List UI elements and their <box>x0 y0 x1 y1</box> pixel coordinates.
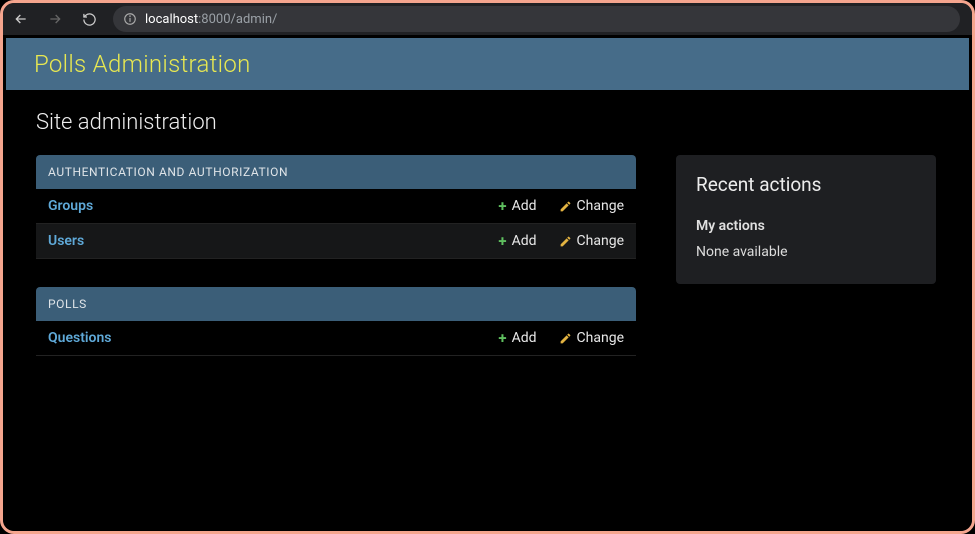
arrow-right-icon <box>47 11 63 27</box>
add-link[interactable]: +Add <box>498 233 536 249</box>
recent-actions-panel: Recent actions My actions None available <box>676 155 936 284</box>
plus-icon: + <box>498 199 506 214</box>
forward-button[interactable] <box>41 5 69 33</box>
change-link[interactable]: Change <box>559 330 624 346</box>
change-link[interactable]: Change <box>559 198 624 214</box>
url-text: localhost:8000/admin/ <box>145 12 277 27</box>
address-bar[interactable]: localhost:8000/admin/ <box>113 6 960 32</box>
app-list: AUTHENTICATION AND AUTHORIZATION Groups … <box>36 155 636 384</box>
reload-icon <box>82 12 97 27</box>
module-polls: POLLS Questions +Add Change <box>36 287 636 356</box>
arrow-left-icon <box>13 11 29 27</box>
model-link-users[interactable]: Users <box>48 233 498 249</box>
plus-icon: + <box>498 331 506 346</box>
info-icon <box>123 12 137 26</box>
model-link-groups[interactable]: Groups <box>48 198 498 214</box>
model-link-questions[interactable]: Questions <box>48 330 498 346</box>
back-button[interactable] <box>7 5 35 33</box>
module-auth: AUTHENTICATION AND AUTHORIZATION Groups … <box>36 155 636 259</box>
add-link[interactable]: +Add <box>498 198 536 214</box>
model-row: Groups +Add Change <box>36 189 636 224</box>
pencil-icon <box>559 332 572 345</box>
pencil-icon <box>559 200 572 213</box>
model-row: Questions +Add Change <box>36 321 636 356</box>
module-heading[interactable]: AUTHENTICATION AND AUTHORIZATION <box>36 155 636 189</box>
site-title[interactable]: Polls Administration <box>34 50 251 78</box>
reload-button[interactable] <box>75 5 103 33</box>
module-heading[interactable]: POLLS <box>36 287 636 321</box>
plus-icon: + <box>498 234 506 249</box>
recent-actions-title: Recent actions <box>696 173 916 196</box>
change-link[interactable]: Change <box>559 233 624 249</box>
my-actions-label: My actions <box>696 218 916 234</box>
admin-header: Polls Administration <box>6 38 969 90</box>
add-link[interactable]: +Add <box>498 330 536 346</box>
model-row: Users +Add Change <box>36 224 636 259</box>
recent-actions-empty: None available <box>696 244 916 260</box>
pencil-icon <box>559 235 572 248</box>
page-title: Site administration <box>36 110 939 135</box>
browser-toolbar: localhost:8000/admin/ <box>3 3 972 35</box>
